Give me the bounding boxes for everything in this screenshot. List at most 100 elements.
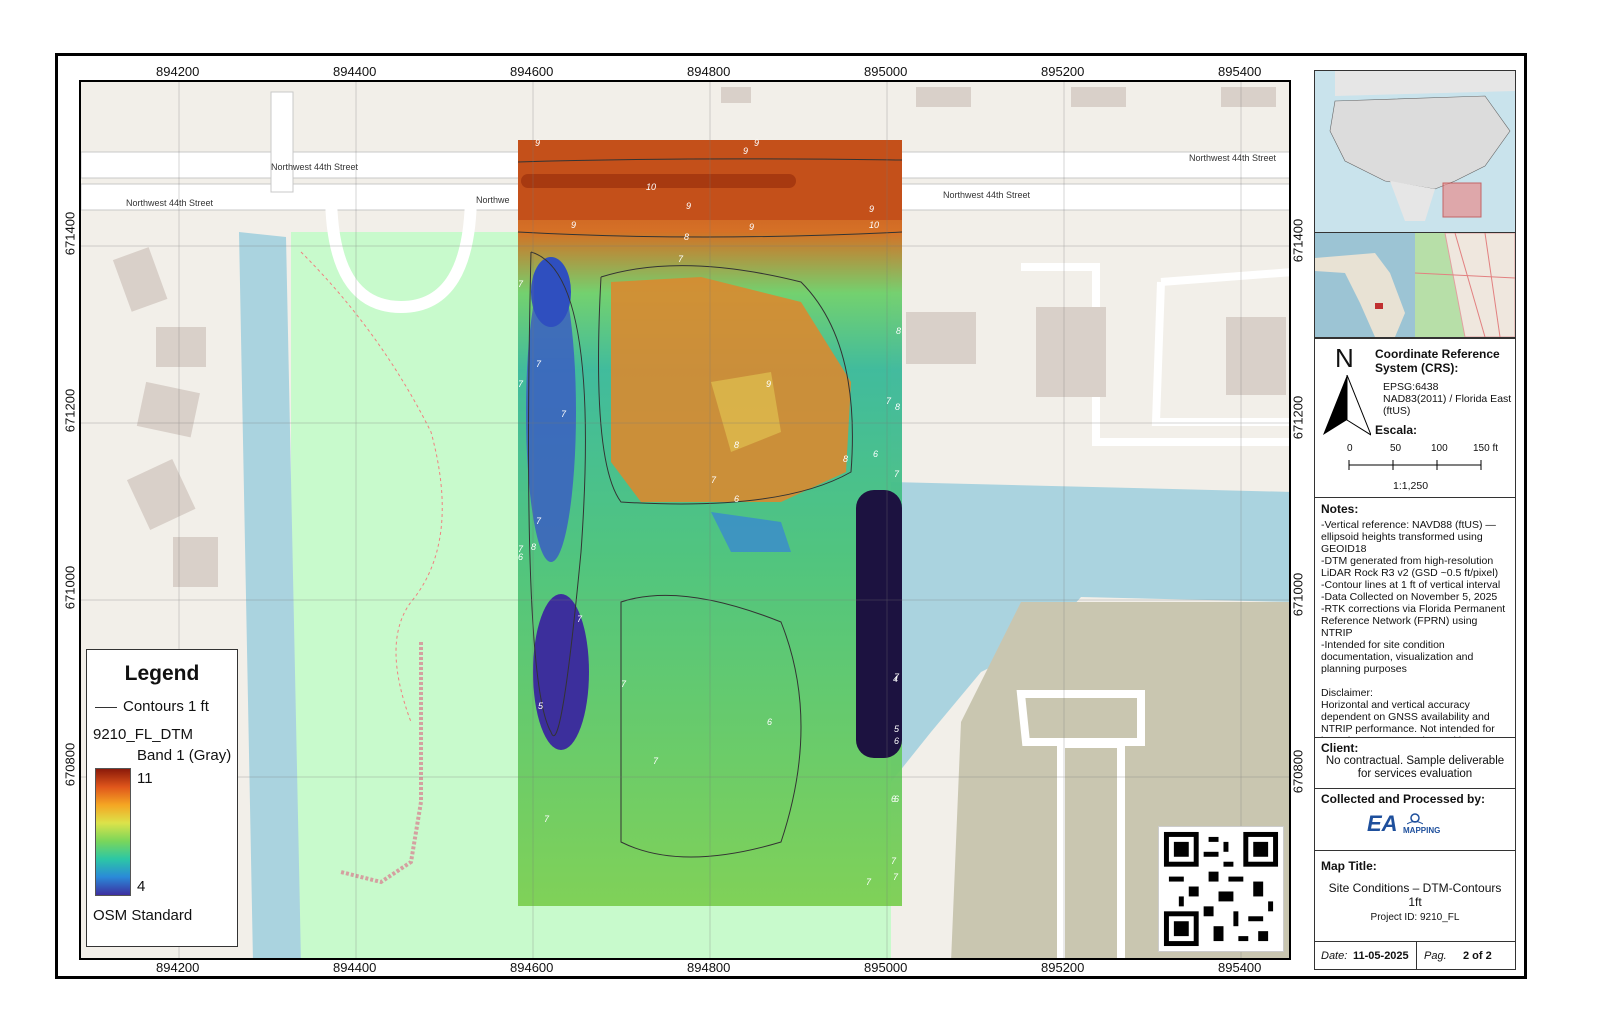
contour-label: 9	[749, 222, 754, 232]
contour-label: 6	[518, 552, 523, 562]
contour-label: 9	[869, 204, 874, 214]
qr-code-icon	[1159, 827, 1283, 951]
client-text: No contractual. Sample deliverable for s…	[1325, 755, 1505, 780]
scale-tick: 150 ft	[1473, 443, 1499, 454]
y-tick: 670800	[62, 742, 78, 787]
x-tick: 894800	[687, 64, 731, 79]
street-label: Northwest 44th Street	[943, 190, 1031, 200]
note-line: -DTM generated from high-resolution LiDA…	[1321, 555, 1499, 579]
note-line: -Data Collected on November 5, 2025	[1321, 591, 1498, 603]
main-map[interactable]: Northwest 44th Street Northwest 44th Str…	[79, 80, 1291, 960]
scale-title: Escala:	[1375, 423, 1418, 437]
contour-label: 9	[686, 201, 691, 211]
location-insets	[1314, 232, 1516, 338]
notes-block: Notes: -Vertical reference: NAVD88 (ftUS…	[1314, 497, 1516, 747]
legend-layer: 9210_FL_DTM	[93, 726, 194, 743]
contour-label: 10	[646, 182, 656, 192]
x-tick: 894400	[333, 64, 377, 79]
contour-label: 9	[535, 138, 540, 148]
contour-label: 8	[531, 542, 536, 552]
contour-label: 6	[873, 449, 878, 459]
x-tick: 894200	[156, 64, 200, 79]
map-title-text: Site Conditions – DTM-Contours 1ft	[1328, 881, 1502, 909]
note-line: -RTK corrections via Florida Permanent R…	[1321, 603, 1506, 639]
x-tick: 895200	[1041, 64, 1085, 79]
y-tick: 671400	[1290, 218, 1306, 263]
company-logo: EA	[1367, 811, 1398, 836]
project-id: Project ID: 9210_FL	[1370, 912, 1460, 923]
y-tick: 671200	[62, 388, 78, 433]
contour-label: 6	[734, 494, 739, 504]
street-label: Northwe	[476, 195, 510, 205]
map-title-label: Map Title:	[1321, 859, 1377, 873]
contour-label: 6	[894, 736, 899, 746]
scale-bar	[1348, 460, 1482, 470]
contour-label: 9	[571, 220, 576, 230]
x-tick: 895400	[1218, 64, 1262, 79]
notes-title: Notes:	[1321, 502, 1359, 516]
inset-map-canvas	[1315, 71, 1515, 233]
contour-label: 10	[869, 220, 879, 230]
contour-label: 8	[843, 454, 848, 464]
disclaimer-title: Disclaimer:	[1321, 687, 1373, 699]
legend-contours: Contours 1 ft	[95, 698, 209, 715]
note-line: -Intended for site condition documentati…	[1321, 639, 1474, 675]
footer-divider	[1416, 942, 1417, 969]
street-label: Northwest 44th Street	[271, 162, 359, 172]
legend-contours-label: Contours 1 ft	[123, 698, 209, 715]
inset-maps	[1314, 70, 1516, 234]
y-tick: 671000	[62, 565, 78, 610]
x-tick: 895000	[864, 960, 908, 975]
legend: Legend Contours 1 ft 9210_FL_DTM Band 1 …	[86, 649, 238, 947]
client-block: Client: No contractual. Sample deliverab…	[1314, 737, 1516, 789]
legend-title: Legend	[124, 662, 200, 685]
scale-tick: 0	[1347, 443, 1353, 454]
y-tick: 671000	[1290, 572, 1306, 617]
contour-label: 6	[767, 717, 772, 727]
qr-code[interactable]	[1158, 826, 1284, 952]
collected-block: Collected and Processed by: EA MAPPING	[1314, 788, 1516, 851]
notes-list: -Vertical reference: NAVD88 (ftUS) — ell…	[1321, 519, 1509, 675]
legend-min: 4	[137, 878, 146, 895]
north-label: N	[1335, 343, 1354, 373]
map-title-block: Map Title: Site Conditions – DTM-Contour…	[1314, 850, 1516, 942]
y-tick: 671200	[1290, 395, 1306, 440]
date-value: 11-05-2025	[1353, 950, 1409, 962]
note-line: -Vertical reference: NAVD88 (ftUS) — ell…	[1321, 519, 1496, 555]
crs-name: NAD83(2011) / Florida East (ftUS)	[1383, 393, 1512, 417]
crs-block: N Coordinate Reference System (CRS): EPS…	[1314, 338, 1516, 498]
x-tick: 894800	[687, 960, 731, 975]
page-label: Pag.	[1424, 950, 1447, 962]
contour-label: 8	[734, 440, 739, 450]
map-canvas: Northwest 44th Street Northwest 44th Str…	[81, 82, 1289, 958]
contour-label: 9	[754, 138, 759, 148]
legend-basemap: OSM Standard	[93, 907, 193, 924]
scale-ratio: 1:1,250	[1393, 480, 1429, 492]
note-line: -Contour lines at 1 ft of vertical inter…	[1321, 579, 1501, 591]
street-label: Northwest 44th Street	[1189, 153, 1277, 163]
x-tick: 894600	[510, 960, 554, 975]
collected-title: Collected and Processed by:	[1321, 792, 1486, 806]
page-value: 2 of 2	[1463, 950, 1492, 962]
elevation-color-ramp	[95, 768, 131, 896]
street-label: Northwest 44th Street	[126, 198, 214, 208]
contour-label: 8	[684, 232, 689, 242]
contour-label: 9	[766, 379, 771, 389]
company-logo-sub: MAPPING	[1403, 826, 1441, 835]
florida-inset	[1315, 232, 1516, 338]
y-tick: 671400	[62, 211, 78, 256]
x-tick: 894600	[510, 64, 554, 79]
mapping-logo-icon	[1407, 813, 1423, 825]
crs-title: Coordinate Reference System (CRS):	[1375, 347, 1500, 375]
contour-label: 9	[743, 146, 748, 156]
x-tick: 895200	[1041, 960, 1085, 975]
legend-max: 11	[137, 770, 153, 787]
client-title: Client:	[1321, 741, 1359, 755]
scale-tick: 100	[1431, 443, 1448, 454]
contour-label: 8	[895, 402, 900, 412]
crs-epsg: EPSG:6438	[1383, 381, 1439, 393]
legend-band: Band 1 (Gray)	[137, 747, 232, 764]
scale-tick: 50	[1390, 443, 1402, 454]
contour-label: 8	[896, 326, 901, 336]
contour-label: 4	[893, 674, 898, 684]
